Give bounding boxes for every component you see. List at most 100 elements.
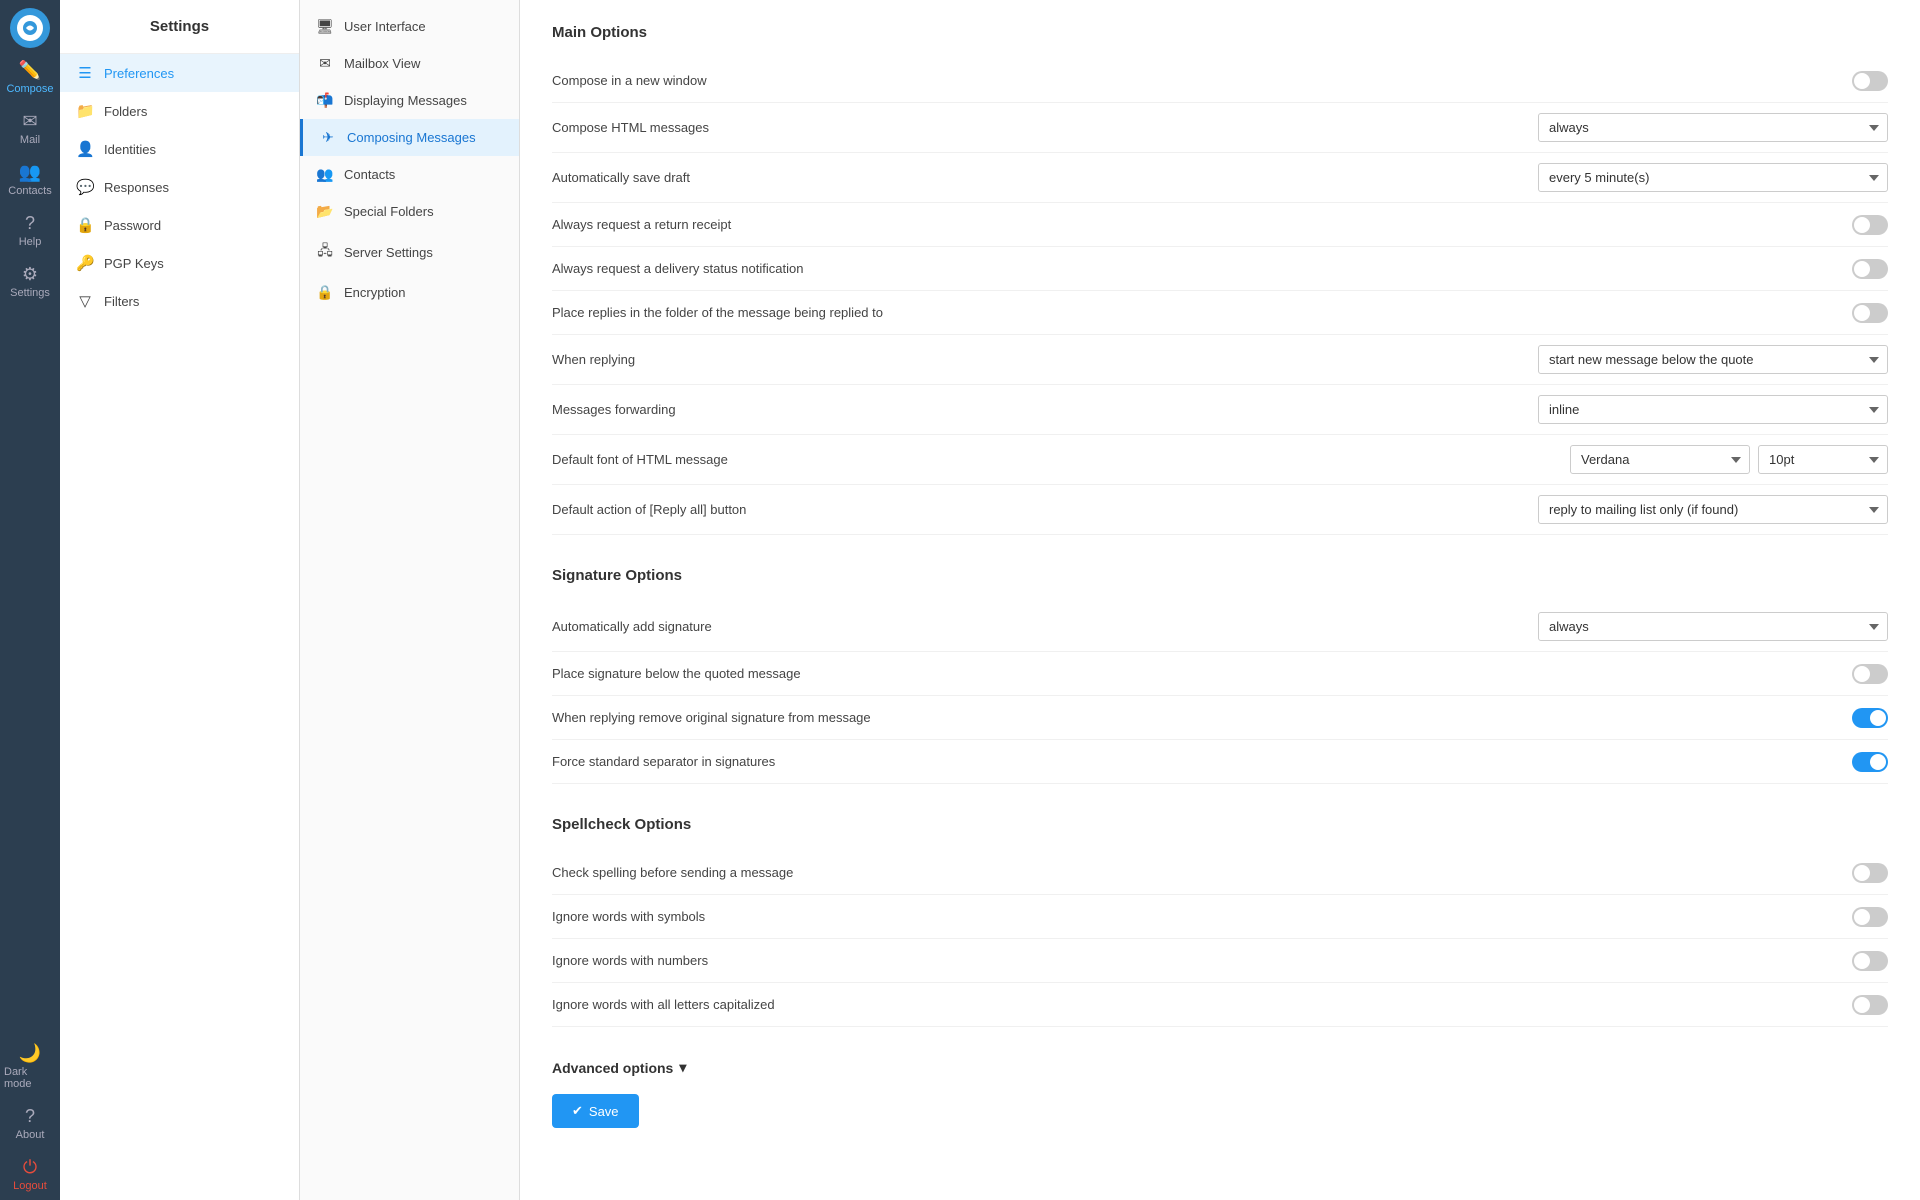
select-compose-html[interactable]: always never on reply to HTML message	[1538, 113, 1888, 142]
mail-icon: ✉	[22, 111, 37, 132]
section-label-composing-messages: Composing Messages	[347, 130, 476, 145]
nav-item-about[interactable]: ? About	[0, 1098, 60, 1149]
select-auto-add-signature[interactable]: always never on new message only on repl…	[1538, 612, 1888, 641]
chevron-down-icon: ▾	[679, 1059, 686, 1076]
darkmode-icon: 🌙	[19, 1043, 41, 1064]
select-reply-all-action[interactable]: reply to all reply to mailing list only …	[1538, 495, 1888, 524]
about-icon: ?	[25, 1106, 35, 1127]
sidebar-item-filters[interactable]: ▽ Filters	[60, 282, 299, 320]
pgpkeys-icon: 🔑	[76, 254, 94, 272]
sidebar-item-folders[interactable]: 📁 Folders	[60, 92, 299, 130]
toggle-force-separator[interactable]	[1852, 752, 1888, 772]
toggle-replies-folder[interactable]	[1852, 303, 1888, 323]
option-default-font: Default font of HTML message Verdana Ari…	[552, 435, 1888, 485]
section-label-contacts: Contacts	[344, 167, 395, 182]
label-remove-original-sig: When replying remove original signature …	[552, 710, 1852, 725]
select-when-replying[interactable]: start new message below the quote start …	[1538, 345, 1888, 374]
displaying-messages-icon: 📬	[316, 92, 334, 109]
option-ignore-symbols: Ignore words with symbols	[552, 895, 1888, 939]
label-compose-new-window: Compose in a new window	[552, 73, 1852, 88]
identities-icon: 👤	[76, 140, 94, 158]
sidebar-item-identities[interactable]: 👤 Identities	[60, 130, 299, 168]
sidebar-item-pgpkeys[interactable]: 🔑 PGP Keys	[60, 244, 299, 282]
label-force-separator: Force standard separator in signatures	[552, 754, 1852, 769]
server-settings-icon: 🖧	[316, 240, 334, 264]
folders-icon: 📁	[76, 102, 94, 120]
nav-label-darkmode: Dark mode	[4, 1066, 56, 1090]
signature-options-title: Signature Options	[552, 567, 1888, 584]
save-button-label: Save	[589, 1104, 619, 1119]
option-compose-html: Compose HTML messages always never on re…	[552, 103, 1888, 153]
nav-item-help[interactable]: ? Help	[0, 205, 60, 256]
sidebar-label-preferences: Preferences	[104, 66, 174, 81]
label-replies-folder: Place replies in the folder of the messa…	[552, 305, 1852, 320]
main-content: Main Options Compose in a new window Com…	[520, 0, 1920, 1200]
nav-item-logout[interactable]: ⏻ Logout	[0, 1149, 60, 1200]
sidebar-item-password[interactable]: 🔒 Password	[60, 206, 299, 244]
section-label-encryption: Encryption	[344, 285, 405, 300]
section-label-server-settings: Server Settings	[344, 245, 433, 260]
option-delivery-status: Always request a delivery status notific…	[552, 247, 1888, 291]
save-button[interactable]: ✔ Save	[552, 1094, 639, 1128]
option-reply-all-action: Default action of [Reply all] button rep…	[552, 485, 1888, 535]
label-reply-all-action: Default action of [Reply all] button	[552, 502, 1538, 517]
section-mailbox-view[interactable]: ✉ Mailbox View	[300, 45, 519, 82]
nav-item-mail[interactable]: ✉ Mail	[0, 103, 60, 154]
sidebar-item-responses[interactable]: 💬 Responses	[60, 168, 299, 206]
filters-icon: ▽	[76, 292, 94, 310]
section-special-folders[interactable]: 📂 Special Folders	[300, 193, 519, 230]
label-compose-html: Compose HTML messages	[552, 120, 1538, 135]
section-label-user-interface: User Interface	[344, 19, 426, 34]
toggle-remove-original-sig[interactable]	[1852, 708, 1888, 728]
nav-label-help: Help	[19, 236, 42, 248]
label-auto-save-draft: Automatically save draft	[552, 170, 1538, 185]
section-user-interface[interactable]: 🖥 User Interface	[300, 8, 519, 45]
nav-item-contacts[interactable]: 👥 Contacts	[0, 154, 60, 205]
special-folders-icon: 📂	[316, 203, 334, 220]
toggle-spell-before-send[interactable]	[1852, 863, 1888, 883]
toggle-return-receipt[interactable]	[1852, 215, 1888, 235]
main-options-title: Main Options	[552, 24, 1888, 41]
toggle-compose-new-window[interactable]	[1852, 71, 1888, 91]
section-displaying-messages[interactable]: 📬 Displaying Messages	[300, 82, 519, 119]
toggle-ignore-numbers[interactable]	[1852, 951, 1888, 971]
label-ignore-numbers: Ignore words with numbers	[552, 953, 1852, 968]
responses-icon: 💬	[76, 178, 94, 196]
nav-item-compose[interactable]: ✏️ Compose	[0, 52, 60, 103]
nav-label-logout: Logout	[13, 1180, 47, 1192]
toggle-ignore-capitalized[interactable]	[1852, 995, 1888, 1015]
option-replies-folder: Place replies in the folder of the messa…	[552, 291, 1888, 335]
help-icon: ?	[25, 213, 35, 234]
label-ignore-symbols: Ignore words with symbols	[552, 909, 1852, 924]
label-ignore-capitalized: Ignore words with all letters capitalize…	[552, 997, 1852, 1012]
encryption-icon: 🔒	[316, 284, 334, 301]
advanced-options-toggle[interactable]: Advanced options ▾	[552, 1059, 1888, 1076]
select-font-family[interactable]: Verdana Arial Times New Roman Georgia Co…	[1570, 445, 1750, 474]
label-spell-before-send: Check spelling before sending a message	[552, 865, 1852, 880]
logout-icon: ⏻	[23, 1157, 37, 1178]
section-contacts[interactable]: 👥 Contacts	[300, 156, 519, 193]
select-font-size[interactable]: 8pt 9pt 10pt 11pt 12pt 14pt	[1758, 445, 1888, 474]
section-encryption[interactable]: 🔒 Encryption	[300, 274, 519, 311]
section-server-settings[interactable]: 🖧 Server Settings	[300, 230, 519, 274]
checkmark-icon: ✔	[572, 1103, 583, 1119]
option-compose-new-window: Compose in a new window	[552, 59, 1888, 103]
label-auto-add-signature: Automatically add signature	[552, 619, 1538, 634]
toggle-delivery-status[interactable]	[1852, 259, 1888, 279]
nav-item-settings[interactable]: ⚙ Settings	[0, 256, 60, 307]
sidebar-item-preferences[interactable]: ☰ Preferences	[60, 54, 299, 92]
spellcheck-options-group: Spellcheck Options Check spelling before…	[552, 816, 1888, 1027]
nav-label-contacts: Contacts	[8, 185, 51, 197]
option-return-receipt: Always request a return receipt	[552, 203, 1888, 247]
select-messages-forwarding[interactable]: inline as attachment	[1538, 395, 1888, 424]
advanced-options-label: Advanced options	[552, 1060, 673, 1076]
nav-item-darkmode[interactable]: 🌙 Dark mode	[0, 1035, 60, 1098]
select-auto-save-draft[interactable]: never every 1 minute(s) every 5 minute(s…	[1538, 163, 1888, 192]
section-sidebar: 🖥 User Interface ✉ Mailbox View 📬 Displa…	[300, 0, 520, 1200]
option-auto-save-draft: Automatically save draft never every 1 m…	[552, 153, 1888, 203]
section-composing-messages[interactable]: ✈ Composing Messages	[300, 119, 519, 156]
toggle-sig-below-quote[interactable]	[1852, 664, 1888, 684]
toggle-ignore-symbols[interactable]	[1852, 907, 1888, 927]
sidebar-label-identities: Identities	[104, 142, 156, 157]
user-interface-icon: 🖥	[316, 18, 334, 35]
